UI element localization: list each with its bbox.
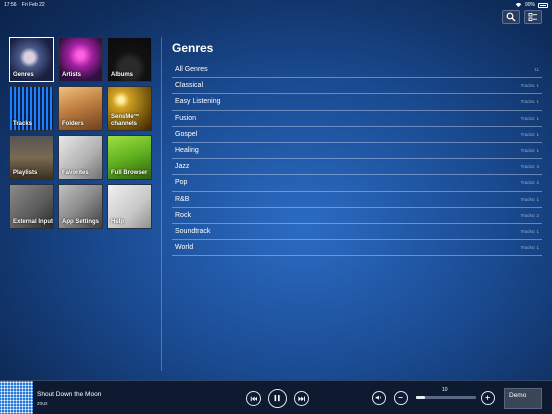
category-tiles: Genres Artists Albums Tracks Folders Sen… [9,37,154,229]
tile-albums[interactable]: Albums [107,37,152,82]
tile-genres[interactable]: Genres [9,37,54,82]
tile-label: Playlists [13,169,38,176]
genre-row-gospel[interactable]: Gospel Tracks: 1 [172,127,542,143]
genre-count: Tracks: 3 [520,164,539,170]
genre-count: Tracks: 2 [520,212,539,218]
next-button[interactable] [294,391,309,406]
status-date: Fri Feb 22 [21,2,45,8]
minus-icon [398,397,404,399]
genre-count: 11 [534,67,539,73]
genre-name: World [175,244,194,252]
search-button[interactable] [502,10,520,24]
genre-list: All Genres 11 Classical Tracks: 1 Easy Lis… [172,62,542,257]
genre-count: Tracks: 1 [520,115,539,121]
tile-label: External Input [13,218,54,225]
genre-count: Tracks: 1 [520,99,539,105]
tile-label: Albums [111,71,134,78]
search-icon [506,12,516,22]
tile-app-settings[interactable]: App Settings [58,184,103,229]
genre-name: Classical [175,82,204,90]
pause-button[interactable] [268,389,287,408]
wifi-icon [515,2,522,8]
settings-list-icon [528,13,537,21]
volume-slider[interactable] [416,396,476,399]
genre-count: Tracks: 1 [520,245,539,251]
next-track-icon [297,396,305,401]
genre-row-pop[interactable]: Pop Tracks: 2 [172,175,542,192]
battery-icon [538,2,548,8]
genre-name: Jazz [175,163,190,171]
tile-full-browser[interactable]: Full Browser [107,135,152,180]
genre-row-healing[interactable]: Healing Tracks: 1 [172,143,542,160]
genre-row-classical[interactable]: Classical Tracks: 1 [172,78,542,95]
tile-label: Help [111,218,125,225]
now-playing-artist: zoux [37,401,48,407]
tile-label: App Settings [62,218,99,225]
status-bar: 17:56 Fri Feb 22 90% [0,0,552,10]
tile-label: Genres [13,71,34,78]
pause-icon [274,395,281,402]
genre-row-all[interactable]: All Genres 11 [172,62,542,79]
tile-label: Tracks [13,120,33,127]
player-bar: Shout Down the Moon zoux 10 Demo [0,380,552,414]
speaker-icon [376,395,382,401]
genre-row-jazz[interactable]: Jazz Tracks: 3 [172,159,542,176]
tile-sensme-channels[interactable]: SensMe™ channels [107,86,152,131]
genre-name: All Genres [175,66,208,74]
genre-row-easy-listening[interactable]: Easy Listening Tracks: 1 [172,94,542,111]
tile-external-input[interactable]: External Input [9,184,54,229]
genre-count: Tracks: 1 [520,196,539,202]
album-art[interactable] [0,381,33,414]
genre-row-soundtrack[interactable]: Soundtrack Tracks: 1 [172,224,542,241]
genre-name: Easy Listening [175,98,221,106]
genre-name: Soundtrack [175,227,211,235]
status-time: 17:56 [4,2,17,8]
tile-label: Favorites [62,169,89,176]
page-title: Genres [172,41,214,55]
previous-track-icon [250,396,258,401]
tile-label: SensMe™ channels [111,114,140,127]
tile-artists[interactable]: Artists [58,37,103,82]
tile-playlists[interactable]: Playlists [9,135,54,180]
volume-up-button[interactable] [481,391,495,405]
tile-help[interactable]: Help [107,184,152,229]
battery-percent: 90% [524,2,535,8]
previous-button[interactable] [246,391,261,406]
genre-count: Tracks: 1 [520,131,539,137]
genre-row-rnb[interactable]: R&B Tracks: 1 [172,192,542,208]
panel-divider [161,37,162,371]
plus-icon [485,395,491,401]
genre-count: Tracks: 1 [520,228,539,234]
volume-value: 10 [442,387,448,393]
genre-name: Fusion [175,114,197,122]
genre-count: Tracks: 1 [520,148,539,154]
tile-tracks[interactable]: Tracks [9,86,54,131]
genre-name: Rock [175,211,191,219]
device-button[interactable]: Demo [504,388,542,409]
tile-folders[interactable]: Folders [58,86,103,131]
volume-fill [416,396,425,399]
genre-count: Tracks: 2 [520,180,539,186]
genre-count: Tracks: 1 [520,83,539,89]
genre-row-world[interactable]: World Tracks: 1 [172,240,542,257]
volume-down-button[interactable] [394,391,408,405]
mute-button[interactable] [372,391,386,405]
genre-name: Gospel [175,130,198,138]
tile-label: Artists [62,71,82,78]
genre-name: Healing [175,147,199,155]
tile-favorites[interactable]: Favorites [58,135,103,180]
now-playing-title: Shout Down the Moon [37,391,102,398]
genre-row-fusion[interactable]: Fusion Tracks: 1 [172,111,542,127]
genre-row-rock[interactable]: Rock Tracks: 2 [172,208,542,224]
tile-label: Full Browser [111,169,148,176]
genre-name: R&B [175,195,190,203]
settings-menu-button[interactable] [524,10,542,24]
genre-name: Pop [175,179,188,187]
tile-label: Folders [62,120,84,127]
